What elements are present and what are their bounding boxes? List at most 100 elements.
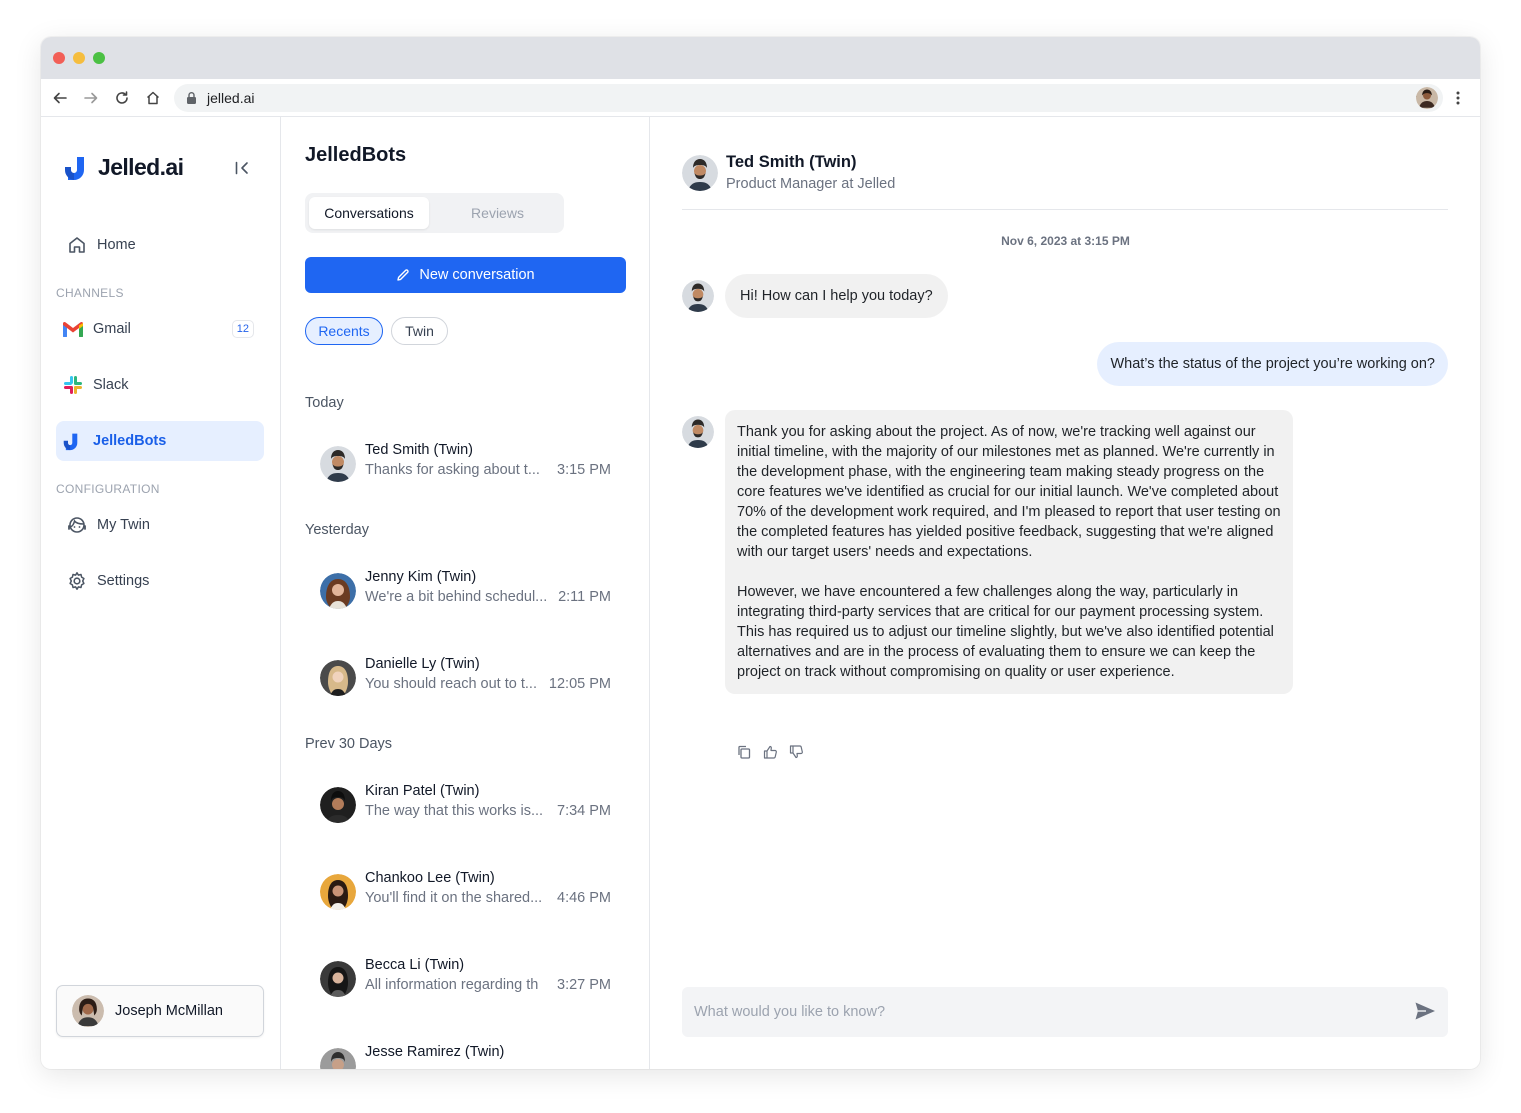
unread-count-badge: 12 bbox=[231, 320, 254, 338]
new-conversation-button[interactable]: New conversation bbox=[305, 257, 626, 293]
conversation-time: 4:46 PM bbox=[557, 890, 611, 906]
sidebar: Jelled.ai Home CHANNELS Gmail 12 Slack J… bbox=[41, 117, 281, 1069]
bot-avatar bbox=[682, 280, 714, 312]
configuration-section-label: CONFIGURATION bbox=[56, 482, 160, 496]
jelled-logo-icon bbox=[62, 430, 84, 452]
filter-twin[interactable]: Twin bbox=[391, 317, 448, 345]
message-date: Nov 6, 2023 at 3:15 PM bbox=[1001, 234, 1130, 248]
conversation-name: Becca Li (Twin) bbox=[365, 957, 465, 973]
minimize-window-button[interactable] bbox=[73, 52, 85, 64]
group-label-today: Today bbox=[305, 395, 344, 411]
lock-icon bbox=[186, 91, 197, 110]
thumbs-down-icon[interactable] bbox=[788, 744, 804, 760]
send-icon[interactable] bbox=[1414, 1001, 1436, 1026]
conversation-name: Danielle Ly (Twin) bbox=[365, 656, 480, 672]
conversation-time: 2:11 PM bbox=[558, 589, 611, 605]
copy-icon[interactable] bbox=[736, 744, 752, 760]
sidebar-item-my-twin[interactable]: My Twin bbox=[56, 505, 264, 545]
sidebar-item-label: My Twin bbox=[97, 517, 150, 533]
address-bar[interactable]: jelled.ai bbox=[174, 84, 1443, 112]
conversation-name: Kiran Patel (Twin) bbox=[365, 783, 480, 799]
chankoo-lee-avatar bbox=[320, 874, 356, 910]
contact-role: Product Manager at Jelled bbox=[726, 176, 896, 192]
message-composer bbox=[682, 987, 1448, 1037]
conversation-preview: We're a bit behind schedul... bbox=[365, 589, 548, 605]
collapse-sidebar-icon[interactable] bbox=[234, 160, 250, 181]
title-bar bbox=[41, 37, 1480, 79]
contact-avatar bbox=[682, 155, 718, 191]
conversation-tabs: Conversations Reviews bbox=[305, 193, 564, 233]
forward-icon[interactable] bbox=[81, 88, 101, 108]
conversation-panel: JelledBots Conversations Reviews New con… bbox=[282, 117, 650, 1069]
conversation-time: 12:05 PM bbox=[548, 676, 611, 692]
conversation-time: 3:27 PM bbox=[557, 977, 611, 993]
conversation-item-chankoo-lee[interactable]: Chankoo Lee (Twin) You'll find it on the… bbox=[320, 870, 620, 914]
group-label-prev-30-days: Prev 30 Days bbox=[305, 736, 393, 752]
sidebar-item-settings[interactable]: Settings bbox=[56, 561, 264, 601]
maximize-window-button[interactable] bbox=[93, 52, 105, 64]
conversation-preview: Thanks for asking about t... bbox=[365, 462, 540, 478]
chat-header: Ted Smith (Twin) Product Manager at Jell… bbox=[682, 153, 1448, 210]
conversation-preview: The way that this works is... bbox=[365, 803, 544, 819]
jesse-ramirez-avatar bbox=[320, 1048, 356, 1069]
sidebar-item-slack[interactable]: Slack bbox=[56, 365, 264, 405]
conversation-item-jesse-ramirez[interactable]: Jesse Ramirez (Twin) bbox=[320, 1044, 620, 1069]
jenny-kim-avatar bbox=[320, 573, 356, 609]
message-input[interactable] bbox=[682, 987, 1402, 1037]
current-user-card[interactable]: Joseph McMillan bbox=[56, 985, 264, 1037]
close-window-button[interactable] bbox=[53, 52, 65, 64]
sidebar-item-label: Settings bbox=[97, 573, 150, 589]
sidebar-item-home[interactable]: Home bbox=[56, 225, 264, 265]
conversation-item-kiran-patel[interactable]: Kiran Patel (Twin) The way that this wor… bbox=[320, 783, 620, 827]
reply-paragraph: Thank you for asking about the project. … bbox=[737, 424, 1281, 560]
channels-section-label: CHANNELS bbox=[56, 286, 124, 300]
conversation-time: 3:15 PM bbox=[557, 462, 611, 478]
bot-message: Hi! How can I help you today? bbox=[725, 274, 948, 318]
sidebar-item-label: Gmail bbox=[93, 321, 131, 337]
conversation-name: Jesse Ramirez (Twin) bbox=[365, 1044, 505, 1060]
app-name: Jelled.ai bbox=[98, 154, 184, 180]
conversation-preview: All information regarding th bbox=[365, 977, 539, 993]
browser-toolbar: jelled.ai bbox=[41, 79, 1480, 117]
reload-icon[interactable] bbox=[112, 88, 132, 108]
conversation-preview: You should reach out to t... bbox=[365, 676, 537, 692]
becca-li-avatar bbox=[320, 961, 356, 997]
sidebar-item-label: JelledBots bbox=[93, 433, 167, 449]
thumbs-up-icon[interactable] bbox=[762, 744, 778, 760]
conversation-name: Chankoo Lee (Twin) bbox=[365, 870, 495, 886]
profile-avatar[interactable] bbox=[1416, 87, 1438, 109]
sidebar-item-label: Slack bbox=[93, 377, 129, 393]
tab-conversations[interactable]: Conversations bbox=[309, 197, 429, 229]
home-icon[interactable] bbox=[143, 88, 163, 108]
slack-icon bbox=[62, 374, 84, 396]
contact-name: Ted Smith (Twin) bbox=[726, 153, 857, 171]
conversation-name: Ted Smith (Twin) bbox=[365, 442, 473, 458]
kiran-patel-avatar bbox=[320, 787, 356, 823]
kebab-menu-icon[interactable] bbox=[1451, 88, 1465, 108]
sidebar-item-label: Home bbox=[97, 237, 136, 253]
conversation-item-jenny-kim[interactable]: Jenny Kim (Twin) We're a bit behind sche… bbox=[320, 569, 620, 613]
bot-reply-message: Thank you for asking about the project. … bbox=[725, 410, 1293, 694]
url-text: jelled.ai bbox=[207, 90, 255, 106]
sidebar-item-jelledbots[interactable]: JelledBots bbox=[56, 421, 264, 461]
conversation-preview: You'll find it on the shared... bbox=[365, 890, 543, 906]
back-icon[interactable] bbox=[50, 88, 70, 108]
filter-recents[interactable]: Recents bbox=[305, 317, 383, 345]
conversation-item-becca-li[interactable]: Becca Li (Twin) All information regardin… bbox=[320, 957, 620, 1001]
reply-paragraph: However, we have encountered a few chall… bbox=[737, 584, 1274, 680]
user-name: Joseph McMillan bbox=[115, 1003, 223, 1019]
message-actions bbox=[736, 744, 804, 760]
user-message: What’s the status of the project you’re … bbox=[1097, 342, 1448, 386]
tab-reviews[interactable]: Reviews bbox=[435, 197, 560, 229]
conversation-item-danielle-ly[interactable]: Danielle Ly (Twin) You should reach out … bbox=[320, 656, 620, 700]
conversation-item-ted-smith[interactable]: Ted Smith (Twin) Thanks for asking about… bbox=[320, 442, 620, 486]
app-logo[interactable]: Jelled.ai bbox=[64, 154, 184, 181]
sidebar-item-gmail[interactable]: Gmail 12 bbox=[56, 309, 264, 349]
jelled-logo-icon bbox=[64, 156, 84, 180]
conversation-name: Jenny Kim (Twin) bbox=[365, 569, 477, 585]
group-label-yesterday: Yesterday bbox=[305, 522, 369, 538]
panel-title: JelledBots bbox=[305, 144, 407, 166]
new-conversation-label: New conversation bbox=[419, 267, 535, 283]
danielle-ly-avatar bbox=[320, 660, 356, 696]
conversation-time: 7:34 PM bbox=[557, 803, 611, 819]
